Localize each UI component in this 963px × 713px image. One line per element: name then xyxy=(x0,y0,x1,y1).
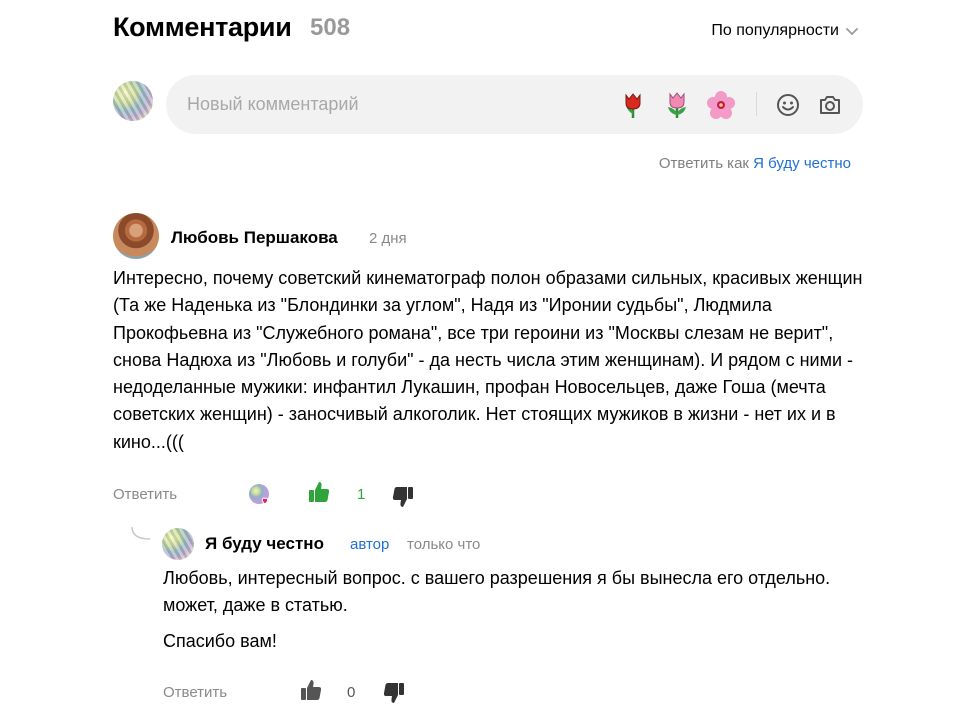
reply-as-prefix: Ответить как xyxy=(658,155,749,172)
thumbs-up-icon[interactable] xyxy=(306,479,332,505)
avatar[interactable] xyxy=(113,213,159,259)
avatar xyxy=(113,81,153,121)
author-like-avatar-icon xyxy=(249,484,269,505)
like-count: 1 xyxy=(357,486,366,503)
like-count: 0 xyxy=(347,684,356,701)
reply-text-line: Любовь, интересный вопрос. с вашего разр… xyxy=(163,568,831,616)
reply-as-name-link[interactable]: Я буду честно xyxy=(753,155,851,172)
reply-text-line: Спасибо вам! xyxy=(163,630,277,651)
comments-title: Комментарии xyxy=(113,12,292,42)
comment-author[interactable]: Любовь Першакова xyxy=(171,228,338,248)
reply-as-line: Ответить как Я буду честно xyxy=(659,155,851,172)
reply-button[interactable]: Ответить xyxy=(163,684,227,701)
chevron-down-icon xyxy=(846,28,858,36)
camera-icon[interactable] xyxy=(817,92,843,118)
reply-button[interactable]: Ответить xyxy=(113,486,177,503)
reply-text: Любовь, интересный вопрос. с вашего разр… xyxy=(163,565,863,655)
comment-text-body: Интересно, почему советский кинематограф… xyxy=(113,268,863,452)
sort-dropdown[interactable]: По популярности xyxy=(711,22,859,40)
smiley-icon[interactable] xyxy=(775,92,801,118)
tulip-pink-icon[interactable] xyxy=(662,90,692,120)
hibiscus-icon[interactable] xyxy=(706,90,736,120)
comment-time: 2 дня xyxy=(369,230,407,247)
avatar[interactable] xyxy=(162,528,194,560)
reply-thread-line xyxy=(131,527,151,540)
toolbar-divider xyxy=(756,92,757,116)
comment-text: Интересно, почему советский кинематограф… xyxy=(113,265,873,456)
comments-header: Комментарии 508 По популярности xyxy=(113,12,863,48)
reply-time: только что xyxy=(407,536,481,553)
thumbs-down-icon[interactable] xyxy=(381,680,407,706)
comment-compose-box[interactable] xyxy=(166,75,863,134)
sort-label: По популярности xyxy=(711,22,839,39)
thumbs-up-icon[interactable] xyxy=(298,677,324,703)
new-comment-input[interactable] xyxy=(187,94,587,115)
reply-author[interactable]: Я буду честно xyxy=(205,534,324,554)
comments-count: 508 xyxy=(310,14,351,41)
author-badge: автор xyxy=(350,536,390,553)
thumbs-down-icon[interactable] xyxy=(390,484,416,510)
tulip-red-icon[interactable] xyxy=(618,90,648,120)
